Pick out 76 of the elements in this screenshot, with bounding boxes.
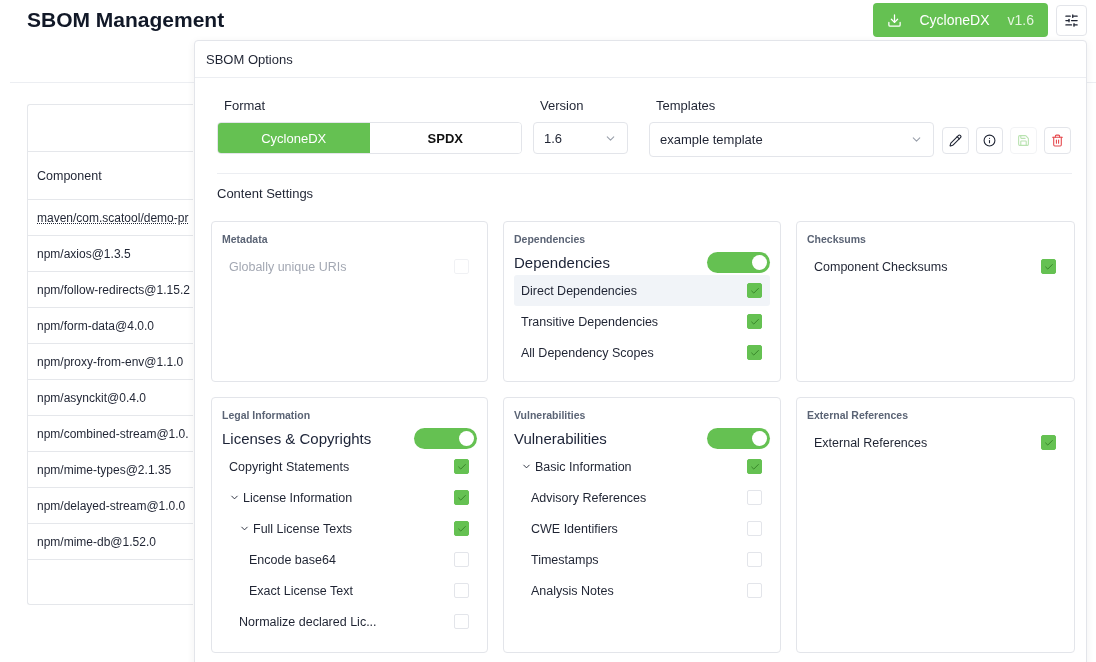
check-icon — [1043, 261, 1054, 272]
field-label: Templates — [655, 98, 717, 113]
checkbox[interactable] — [454, 459, 469, 474]
option-label: Encode base64 — [249, 552, 337, 567]
field-label: Version — [539, 98, 585, 113]
checkbox[interactable] — [747, 459, 762, 474]
option-label: Advisory References — [531, 490, 648, 505]
toggle-label: Licenses & Copyrights — [222, 429, 372, 447]
download-icon — [886, 12, 902, 28]
table-cell: npm/delayed-stream@1.0.0 — [37, 498, 186, 513]
option-label: Full License Texts — [253, 521, 354, 536]
check-icon — [749, 461, 760, 472]
check-icon — [456, 523, 467, 534]
table-cell: npm/form-data@4.0.0 — [37, 318, 154, 333]
card-title: Checksums — [807, 233, 867, 245]
info-icon — [983, 134, 996, 147]
toggle-switch[interactable] — [707, 251, 770, 273]
version-select[interactable]: 1.6 — [533, 122, 628, 154]
panel-title: SBOM Options — [206, 51, 293, 67]
template-select[interactable]: example template — [649, 122, 934, 157]
field-label: Format — [223, 98, 267, 113]
section-title: Content Settings — [216, 186, 315, 201]
toggle-label: Dependencies — [514, 253, 610, 271]
table-cell: npm/follow-redirects@1.15.2 — [37, 282, 190, 297]
settings-button[interactable] — [1056, 4, 1087, 36]
option-label: Exact License Text — [249, 583, 354, 598]
check-icon — [749, 316, 760, 327]
checkbox[interactable] — [1041, 259, 1056, 274]
card-title: External References — [807, 409, 909, 421]
checkbox[interactable] — [747, 314, 762, 329]
option-label: Globally unique URIs — [229, 259, 348, 274]
card-title: Dependencies — [514, 233, 587, 245]
checkbox[interactable] — [454, 521, 469, 536]
edit-icon — [949, 134, 962, 147]
checkbox[interactable] — [747, 283, 762, 298]
check-icon — [456, 461, 467, 472]
toggle-switch[interactable] — [707, 427, 770, 449]
card-title: Vulnerabilities — [514, 409, 587, 421]
option-label: Component Checksums — [814, 259, 949, 274]
toggle-label: Vulnerabilities — [514, 429, 607, 447]
page-title: SBOM Management — [27, 8, 226, 32]
toggle-switch[interactable] — [414, 427, 477, 449]
delete-icon — [1051, 134, 1064, 147]
save-icon — [1017, 134, 1030, 147]
delete-button[interactable] — [1044, 127, 1071, 154]
sliders-icon — [1064, 12, 1079, 28]
component-link[interactable]: maven/com.scatool/demo-pr — [37, 210, 189, 225]
table-cell: npm/axios@1.3.5 — [37, 246, 131, 261]
option-label: Normalize declared Lic... — [239, 614, 378, 629]
table-cell: npm/asynckit@0.4.0 — [37, 390, 146, 405]
table-cell: npm/mime-types@2.1.35 — [37, 462, 172, 477]
option-label: CWE Identifiers — [531, 521, 619, 536]
option-label: Analysis Notes — [531, 583, 615, 598]
option-label: Copyright Statements — [229, 459, 351, 474]
checkbox[interactable] — [747, 345, 762, 360]
option-label: License Information — [243, 490, 354, 505]
option-label: Transitive Dependencies — [521, 314, 660, 329]
column-header: Component — [28, 152, 193, 200]
card-title: Metadata — [222, 233, 269, 245]
card-title: Legal Information — [222, 409, 312, 421]
table-cell: npm/combined-stream@1.0. — [37, 426, 189, 441]
option-label: All Dependency Scopes — [521, 345, 655, 360]
option-label: Basic Information — [535, 459, 633, 474]
option-label: Timestamps — [531, 552, 600, 567]
check-icon — [1043, 437, 1054, 448]
check-icon — [456, 492, 467, 503]
checkbox[interactable] — [1041, 435, 1056, 450]
table-cell: npm/proxy-from-env@1.1.0 — [37, 354, 184, 369]
option-label: External References — [814, 435, 929, 450]
checkbox[interactable] — [454, 490, 469, 505]
edit-button[interactable] — [942, 127, 969, 154]
option-label: Direct Dependencies — [521, 283, 639, 298]
check-icon — [749, 347, 760, 358]
check-icon — [749, 285, 760, 296]
info-button[interactable] — [976, 127, 1003, 154]
table-cell: npm/mime-db@1.52.0 — [37, 534, 156, 549]
